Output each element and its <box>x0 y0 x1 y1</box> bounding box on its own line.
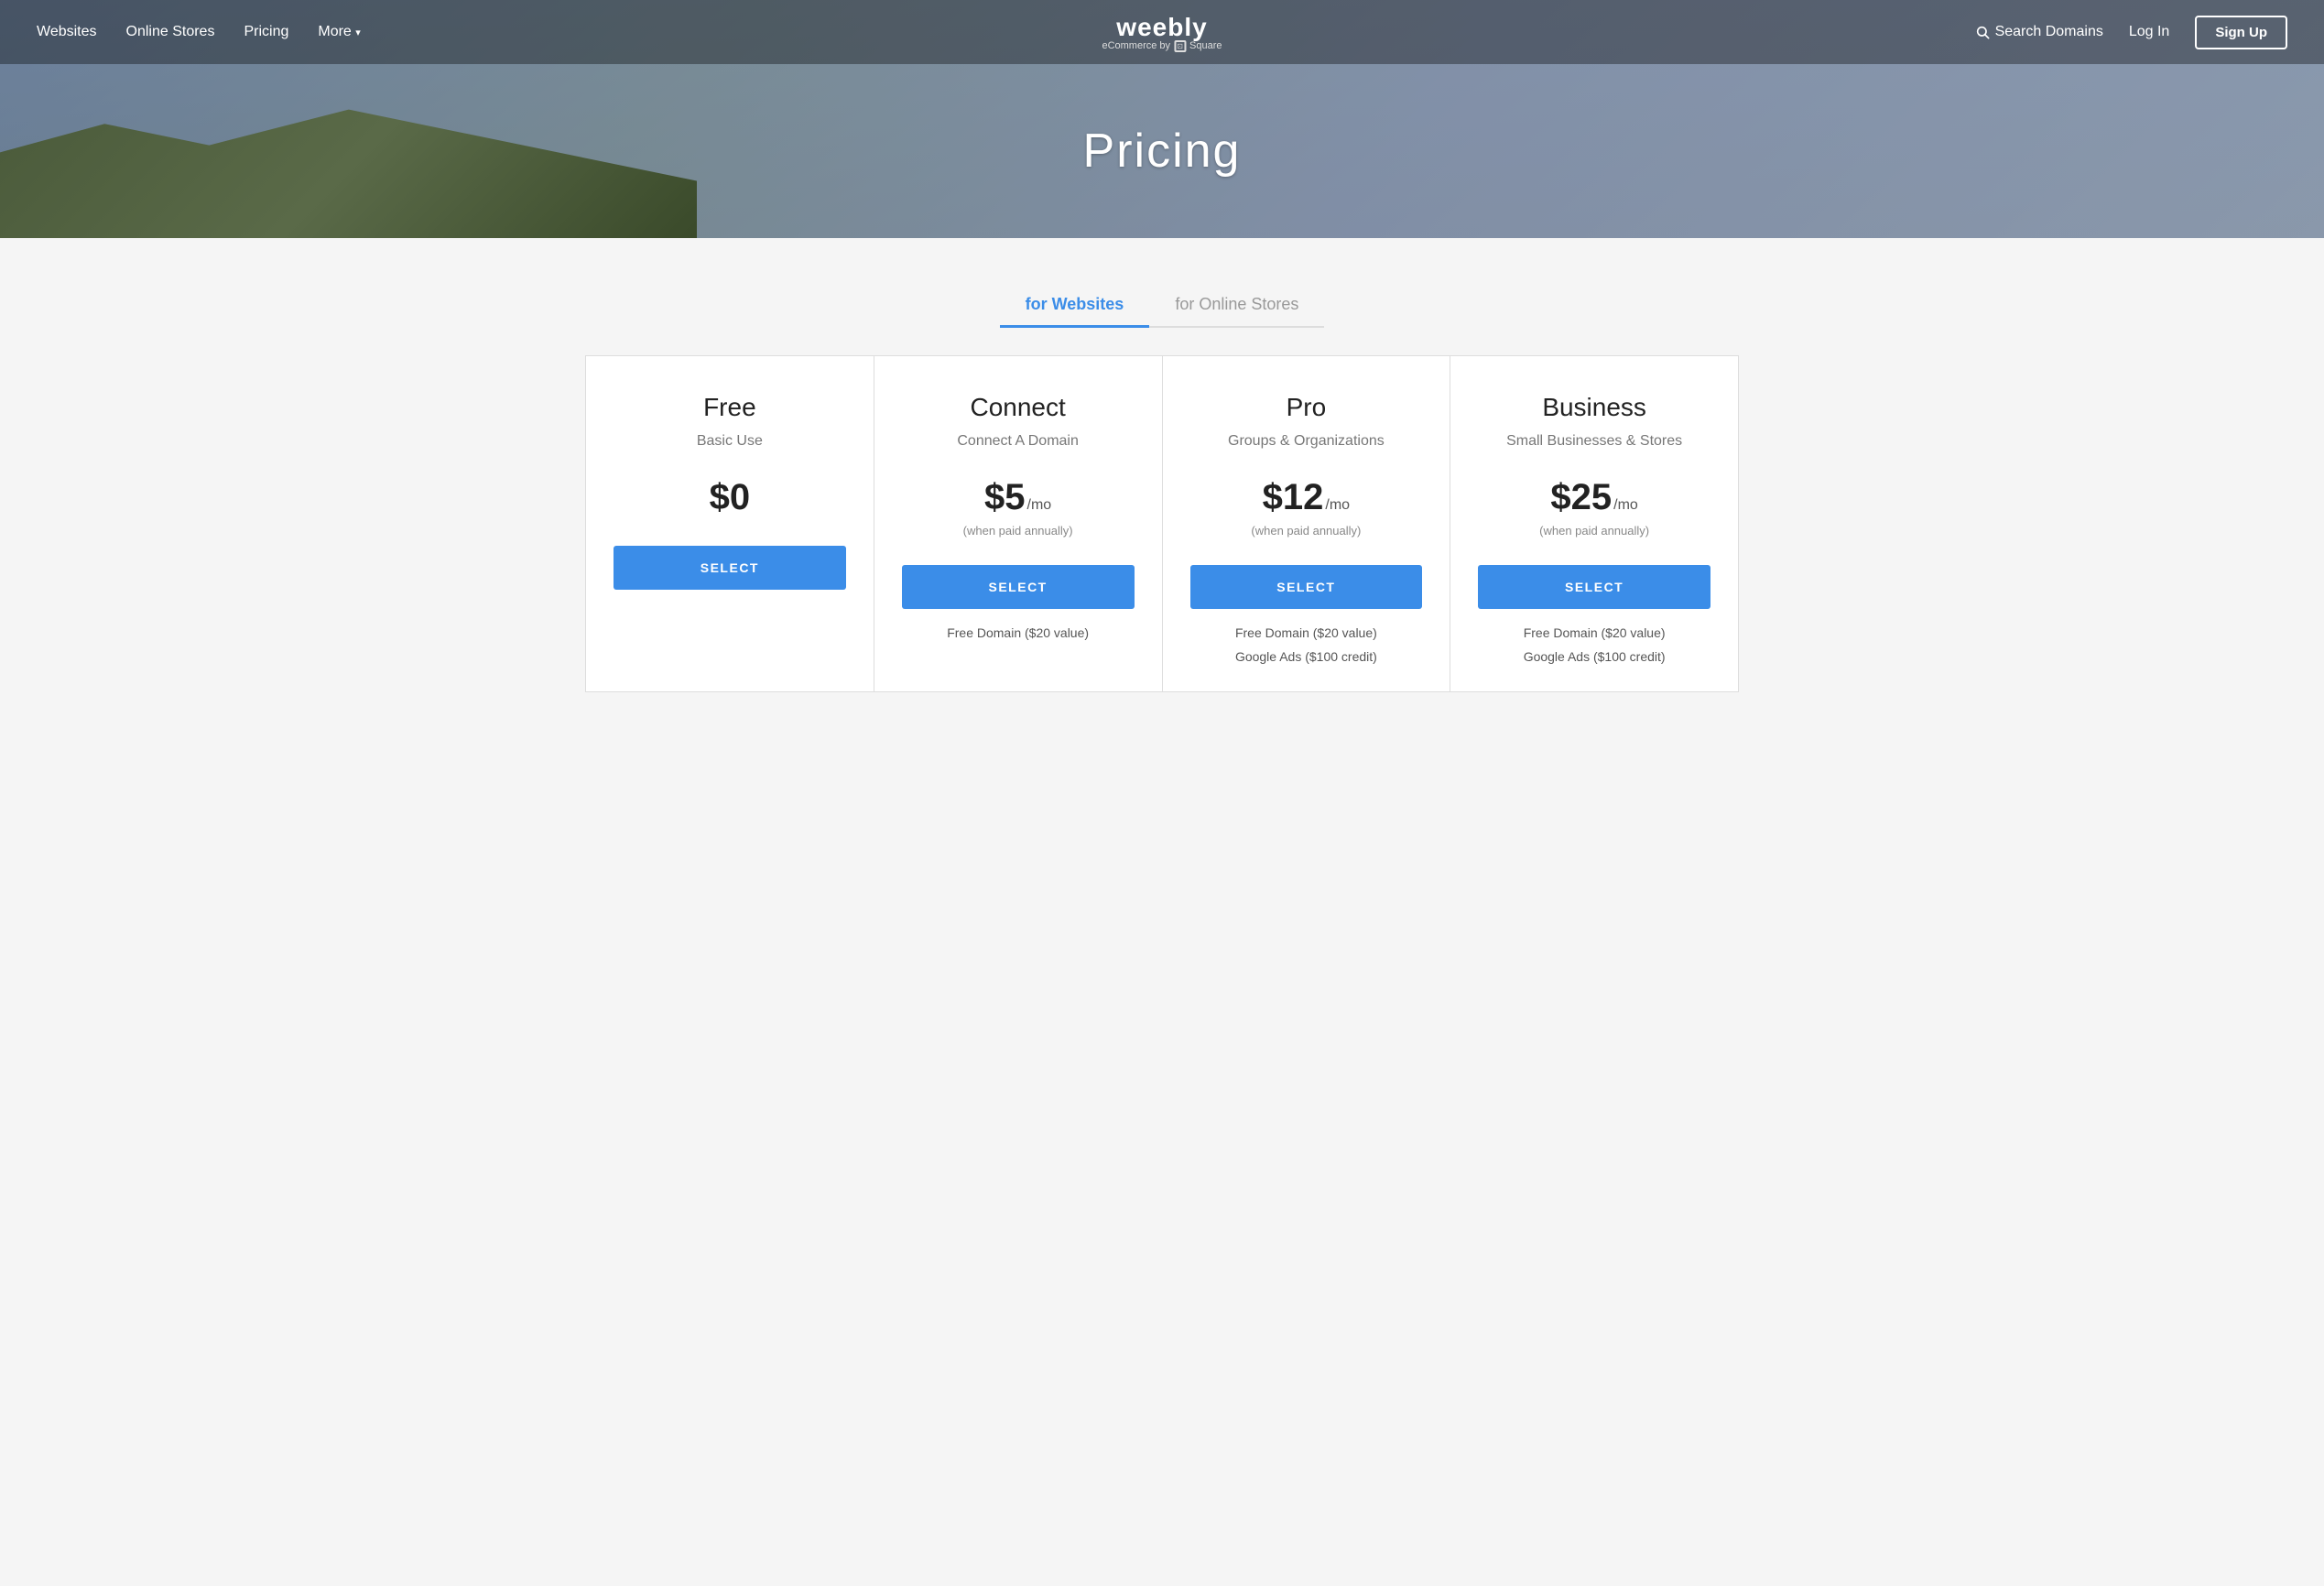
logo-text: weebly <box>1102 13 1222 42</box>
plan-business-select-button[interactable]: SELECT <box>1478 565 1710 609</box>
plan-business-price-mo: /mo <box>1613 497 1638 514</box>
tab-for-online-stores[interactable]: for Online Stores <box>1149 284 1324 328</box>
plan-pro-price-block: $12 /mo (when paid annually) <box>1251 477 1361 538</box>
plan-pro-feature-1: Google Ads ($100 credit) <box>1190 649 1423 664</box>
plan-pro-desc: Groups & Organizations <box>1228 433 1385 450</box>
pricing-section: Free Basic Use $0 SELECT Connect Connect… <box>0 355 2324 747</box>
plan-business-price-annual: (when paid annually) <box>1539 524 1649 538</box>
plan-business-name: Business <box>1542 393 1646 422</box>
plan-pro-select-button[interactable]: SELECT <box>1190 565 1423 609</box>
plan-pro-price-mo: /mo <box>1325 497 1350 514</box>
plan-free-select-button[interactable]: SELECT <box>614 546 846 590</box>
plan-connect-price-mo: /mo <box>1027 497 1052 514</box>
hero-title: Pricing <box>1083 124 1242 179</box>
plan-pro-feature-0: Free Domain ($20 value) <box>1190 625 1423 640</box>
search-icon <box>1975 25 1990 39</box>
chevron-down-icon: ▾ <box>355 27 361 38</box>
plan-connect-price-annual: (when paid annually) <box>963 524 1073 538</box>
plan-free-name: Free <box>703 393 756 422</box>
plan-business-price: $25 /mo <box>1550 477 1637 518</box>
plan-connect-select-button[interactable]: SELECT <box>902 565 1135 609</box>
signup-button[interactable]: Sign Up <box>2195 16 2287 49</box>
plan-connect-price: $5 /mo <box>984 477 1051 518</box>
plan-connect-feature-0: Free Domain ($20 value) <box>902 625 1135 640</box>
navigation: Websites Online Stores Pricing More ▾ we… <box>0 0 2324 64</box>
search-domains-label: Search Domains <box>1995 24 2103 40</box>
plan-pro-price-value: $12 <box>1263 477 1324 518</box>
plan-pro-features: Free Domain ($20 value) Google Ads ($100… <box>1190 625 1423 664</box>
logo-subtitle: eCommerce by ⊡ Square <box>1102 40 1222 52</box>
nav-right: Search Domains Log In Sign Up <box>1975 16 2287 49</box>
plan-connect-name: Connect <box>970 393 1065 422</box>
plan-free-price-block: $0 <box>710 477 751 518</box>
nav-left: Websites Online Stores Pricing More ▾ <box>37 24 361 40</box>
search-domains-link[interactable]: Search Domains <box>1975 24 2103 40</box>
plan-free: Free Basic Use $0 SELECT <box>586 356 874 691</box>
pricing-grid: Free Basic Use $0 SELECT Connect Connect… <box>585 355 1739 692</box>
square-logo-icon: ⊡ <box>1174 40 1186 52</box>
plan-pro: Pro Groups & Organizations $12 /mo (when… <box>1163 356 1451 691</box>
plan-pro-name: Pro <box>1287 393 1327 422</box>
nav-more-label: More <box>318 24 351 39</box>
nav-link-websites[interactable]: Websites <box>37 24 97 40</box>
plan-free-price-value: $0 <box>710 477 751 518</box>
nav-link-more[interactable]: More ▾ <box>318 24 360 40</box>
plan-free-desc: Basic Use <box>697 433 763 450</box>
plan-business-desc: Small Businesses & Stores <box>1506 433 1682 450</box>
tabs-section: for Websites for Online Stores <box>0 238 2324 355</box>
plan-connect-desc: Connect A Domain <box>957 433 1079 450</box>
plan-business: Business Small Businesses & Stores $25 /… <box>1450 356 1738 691</box>
plan-business-price-block: $25 /mo (when paid annually) <box>1539 477 1649 538</box>
plan-connect: Connect Connect A Domain $5 /mo (when pa… <box>874 356 1163 691</box>
nav-link-pricing[interactable]: Pricing <box>244 24 288 40</box>
plan-business-feature-0: Free Domain ($20 value) <box>1478 625 1710 640</box>
plan-business-price-value: $25 <box>1550 477 1612 518</box>
nav-link-online-stores[interactable]: Online Stores <box>126 24 215 40</box>
logo[interactable]: weebly eCommerce by ⊡ Square <box>1102 13 1222 52</box>
plan-free-price: $0 <box>710 477 751 518</box>
plan-pro-price: $12 /mo <box>1263 477 1350 518</box>
plan-connect-features: Free Domain ($20 value) <box>902 625 1135 640</box>
plan-connect-price-value: $5 <box>984 477 1026 518</box>
plan-business-feature-1: Google Ads ($100 credit) <box>1478 649 1710 664</box>
pricing-tabs: for Websites for Online Stores <box>1000 284 1325 328</box>
plan-pro-price-annual: (when paid annually) <box>1251 524 1361 538</box>
tab-for-websites[interactable]: for Websites <box>1000 284 1150 328</box>
plan-business-features: Free Domain ($20 value) Google Ads ($100… <box>1478 625 1710 664</box>
plan-connect-price-block: $5 /mo (when paid annually) <box>963 477 1073 538</box>
nav-login-link[interactable]: Log In <box>2129 24 2169 40</box>
